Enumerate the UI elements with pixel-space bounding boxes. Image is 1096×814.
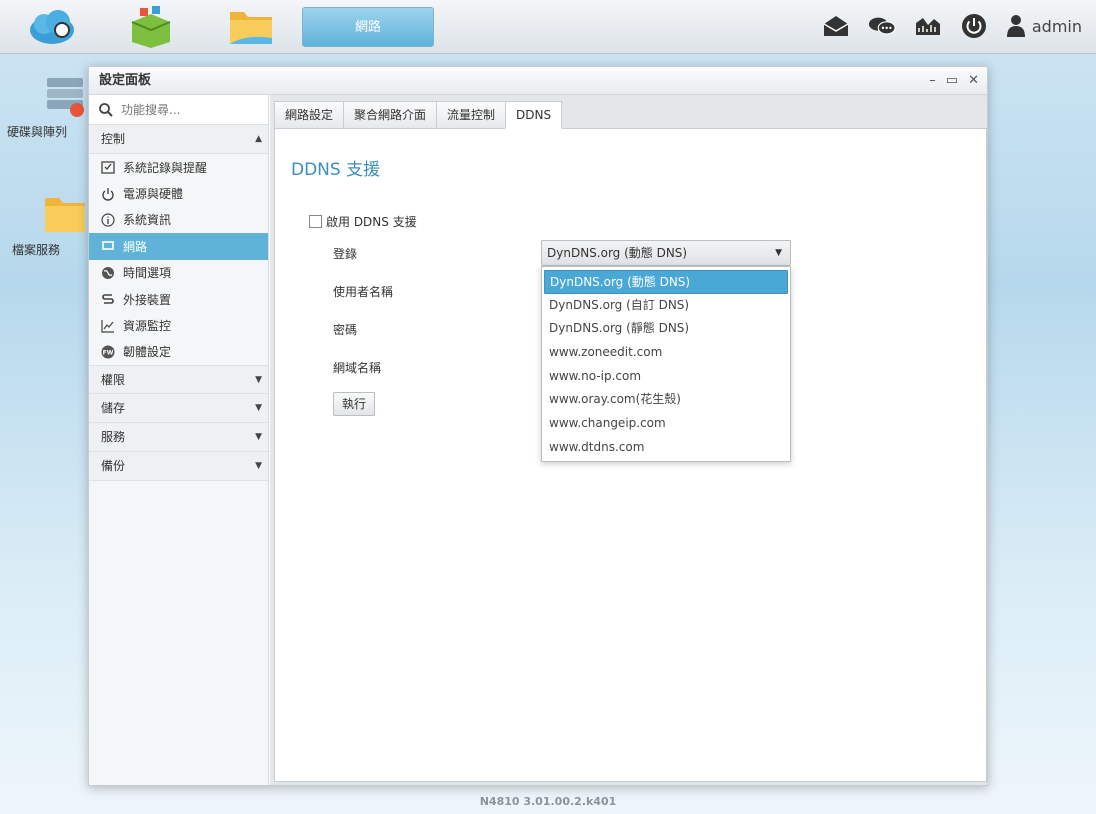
- sidebar-item-devices[interactable]: 外接裝置: [89, 286, 268, 312]
- sidebar-item-firmware[interactable]: FW 韌體設定: [89, 339, 268, 365]
- dropdown-option[interactable]: DynDNS.org (靜態 DNS): [544, 317, 788, 341]
- dropdown-option[interactable]: www.no-ip.com: [544, 365, 788, 389]
- sidebar-section-permissions[interactable]: 權限 ▼: [89, 365, 268, 395]
- dropdown-option[interactable]: DynDNS.org (自訂 DNS): [544, 294, 788, 318]
- section-label: 備份: [101, 459, 126, 474]
- minimize-icon[interactable]: –: [929, 67, 936, 95]
- tab-network-settings[interactable]: 網路設定: [274, 101, 345, 129]
- window-title: 設定面板: [99, 73, 152, 88]
- sidebar-item-label: 網路: [123, 239, 148, 254]
- user-icon: [1006, 15, 1025, 37]
- sidebar-item-time[interactable]: 時間選項: [89, 260, 268, 286]
- section-label: 控制: [101, 132, 126, 146]
- section-label: 權限: [101, 373, 126, 388]
- provider-dropdown-list: DynDNS.org (動態 DNS) DynDNS.org (自訂 DNS) …: [541, 266, 791, 462]
- close-icon[interactable]: ✕: [968, 67, 979, 95]
- tab-ddns[interactable]: DDNS: [505, 101, 563, 129]
- folder-icon: [45, 198, 85, 232]
- sidebar-item-label: 外接裝置: [123, 292, 172, 307]
- search-input[interactable]: [121, 102, 261, 117]
- firmware-icon: FW: [101, 345, 115, 359]
- disk-icon: [47, 78, 84, 117]
- search-box: [89, 95, 268, 125]
- mail-icon[interactable]: [822, 12, 850, 40]
- sidebar-item-monitor[interactable]: 資源監控: [89, 312, 268, 338]
- expand-arrow-icon: ▼: [255, 375, 262, 386]
- username: admin: [1031, 16, 1082, 36]
- sidebar-item-label: 電源與硬體: [123, 187, 184, 202]
- network-icon: [101, 239, 115, 253]
- tab-traffic-control[interactable]: 流量控制: [436, 101, 507, 129]
- section-label: 服務: [101, 430, 126, 445]
- dropdown-option[interactable]: www.oray.com(花生殼): [544, 388, 788, 412]
- settings-window: 設定面板 – ▭ ✕ 控制 ▲ 系統記錄與提醒 電源與硬體 系統資訊: [88, 66, 988, 786]
- sidebar-item-label: 系統記錄與提醒: [123, 160, 208, 175]
- page-title: DDNS 支援: [291, 160, 381, 180]
- power-icon[interactable]: [960, 12, 988, 40]
- dropdown-option[interactable]: www.dtdns.com: [544, 436, 788, 460]
- window-titlebar[interactable]: 設定面板 – ▭ ✕: [89, 67, 987, 95]
- cloud-app-icon[interactable]: [26, 4, 76, 50]
- taskbar: 網路 admin: [0, 0, 1096, 54]
- sidebar-item-logs[interactable]: 系統記錄與提醒: [89, 154, 268, 180]
- expand-arrow-icon: ▼: [255, 403, 262, 414]
- sidebar-item-sysinfo[interactable]: 系統資訊: [89, 207, 268, 233]
- dropdown-arrow-icon: ▼: [775, 248, 782, 258]
- dropdown-option[interactable]: DynDNS.org (動態 DNS): [544, 270, 788, 294]
- app-store-icon[interactable]: [126, 4, 176, 50]
- file-manager-icon[interactable]: [226, 4, 276, 50]
- sidebar-section-services[interactable]: 服務 ▼: [89, 423, 268, 453]
- sidebar: 控制 ▲ 系統記錄與提醒 電源與硬體 系統資訊 網路 時間選項 外接裝置: [89, 95, 269, 785]
- chat-icon[interactable]: [868, 12, 896, 40]
- sidebar-item-power[interactable]: 電源與硬體: [89, 180, 268, 206]
- section-label: 儲存: [101, 401, 126, 416]
- monitor-icon[interactable]: [914, 12, 942, 40]
- sidebar-section-backup[interactable]: 備份 ▼: [89, 452, 268, 482]
- dropdown-option[interactable]: www.changeip.com: [544, 412, 788, 436]
- power-icon: [101, 187, 115, 201]
- provider-select-value: DynDNS.org (動態 DNS): [547, 246, 688, 260]
- domain-label: 網域名稱: [333, 361, 382, 375]
- collapse-arrow-icon: ▲: [255, 134, 262, 144]
- dropdown-option[interactable]: www.zoneedit.com: [544, 341, 788, 365]
- sidebar-item-network[interactable]: 網路: [89, 233, 268, 260]
- tab-bar: 網路設定 聚合網路介面 流量控制 DDNS: [274, 101, 563, 129]
- sidebar-section-storage[interactable]: 儲存 ▼: [89, 394, 268, 424]
- ddns-panel: DDNS 支援 啟用 DDNS 支援 登錄 使用者名稱 密碼 網域名稱 執行 D…: [274, 128, 987, 782]
- device-icon: [101, 292, 115, 306]
- expand-arrow-icon: ▼: [255, 432, 262, 443]
- chart-icon: [101, 319, 115, 333]
- info-icon: [101, 213, 115, 227]
- expand-arrow-icon: ▼: [255, 461, 262, 472]
- network-app-button[interactable]: 網路: [302, 7, 434, 47]
- provider-select[interactable]: DynDNS.org (動態 DNS) ▼: [541, 240, 791, 266]
- globe-icon: [101, 266, 115, 280]
- sidebar-item-label: 時間選項: [123, 266, 172, 281]
- svg-text:FW: FW: [103, 349, 114, 356]
- enable-ddns-checkbox[interactable]: [309, 215, 322, 228]
- maximize-icon[interactable]: ▭: [946, 67, 958, 95]
- main-content: 網路設定 聚合網路介面 流量控制 DDNS DDNS 支援 啟用 DDNS 支援…: [270, 95, 987, 785]
- tab-link-aggregation[interactable]: 聚合網路介面: [343, 101, 438, 129]
- sidebar-item-label: 韌體設定: [123, 345, 172, 360]
- checklist-icon: [101, 160, 115, 174]
- firmware-version: N4810 3.01.00.2.k401: [479, 795, 617, 808]
- user-menu[interactable]: admin: [1006, 14, 1082, 38]
- register-label: 登錄: [333, 247, 358, 261]
- enable-ddns-label: 啟用 DDNS 支援: [326, 215, 417, 229]
- sidebar-item-label: 資源監控: [123, 319, 172, 334]
- sidebar-section-control[interactable]: 控制 ▲: [89, 125, 268, 154]
- search-icon: [99, 102, 113, 117]
- username-label: 使用者名稱: [333, 285, 394, 299]
- enable-ddns-row[interactable]: 啟用 DDNS 支援: [309, 213, 417, 230]
- submit-button[interactable]: 執行: [333, 392, 375, 416]
- password-label: 密碼: [333, 323, 358, 337]
- sidebar-item-label: 系統資訊: [123, 213, 172, 228]
